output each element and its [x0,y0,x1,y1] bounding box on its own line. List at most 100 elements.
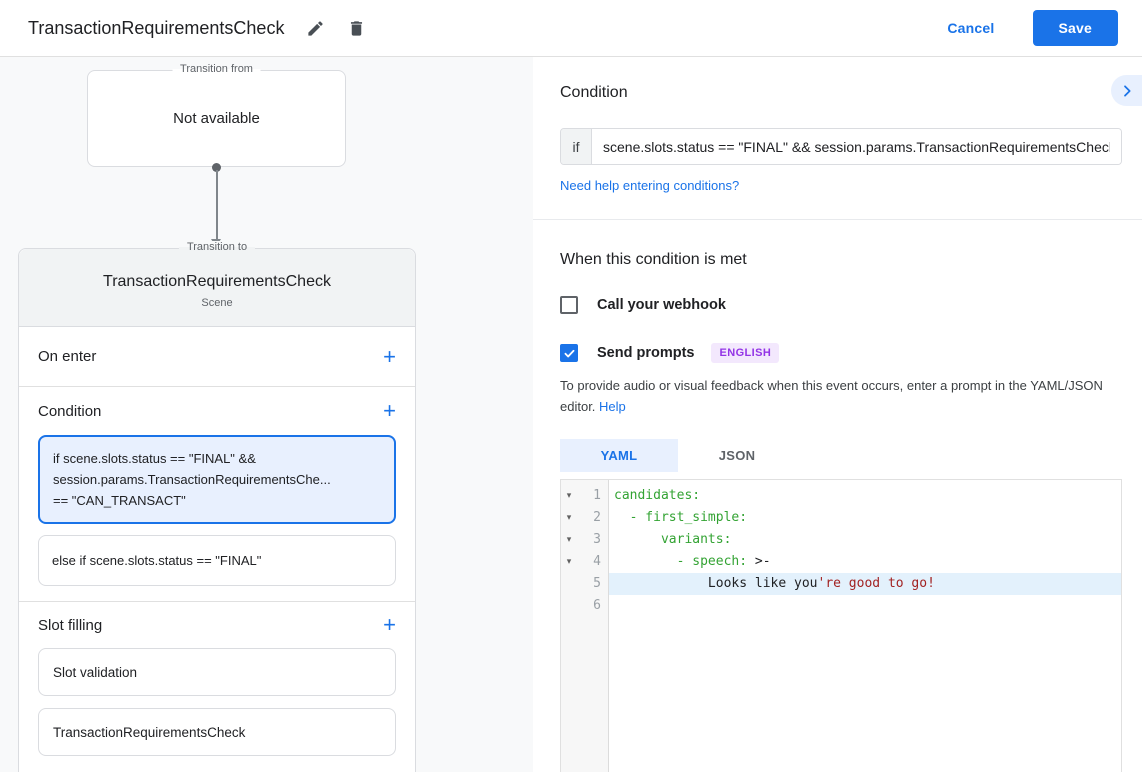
trash-icon [347,19,366,38]
slot-filling-section: Slot filling + Slot validation Transacti… [19,602,415,756]
gutter-row: ▾3 [561,529,608,551]
fold-triangle-icon[interactable]: ▾ [561,551,577,573]
transition-from-value: Not available [173,110,260,127]
line-number: 3 [577,529,608,551]
slot-filling-label: Slot filling [38,617,102,634]
editor-code: candidates: - first_simple: variants: - … [609,480,1121,772]
token-key: candidates: [614,488,700,503]
send-prompts-label: Send prompts [597,345,694,361]
cancel-button[interactable]: Cancel [947,20,994,36]
help-link[interactable]: Help [599,399,626,414]
call-webhook-label: Call your webhook [597,297,726,313]
slot-card-label: Slot validation [53,665,137,680]
token-plain: >- [747,554,770,569]
condition-card[interactable]: else if scene.slots.status == "FINAL" [38,535,396,586]
collapse-panel-button[interactable] [1111,75,1142,106]
language-badge: ENGLISH [711,343,779,363]
slot-filling-section-header: Slot filling + [19,602,415,648]
scene-name: TransactionRequirementsCheck [103,273,331,291]
editor-format-tabs: YAML JSON [560,439,1122,472]
condition-line: == "CAN_TRANSACT" [53,490,381,511]
on-enter-section-header: On enter + [19,327,415,387]
fold-triangle-icon[interactable]: ▾ [561,485,577,507]
condition-line: if scene.slots.status == "FINAL" && [53,448,381,469]
code-line[interactable]: - speech: >- [609,551,1121,573]
send-prompts-checkbox[interactable] [560,344,578,362]
gutter-row: ▾4 [561,551,608,573]
token-key: - first_simple: [630,510,747,525]
line-number: 5 [577,573,608,595]
token-string: 're good to go! [818,576,935,591]
condition-expression-input[interactable] [592,129,1121,164]
transition-from-box: Transition from Not available [87,70,346,167]
slot-card-label: TransactionRequirementsCheck [53,725,245,740]
condition-card-selected[interactable]: if scene.slots.status == "FINAL" && sess… [38,435,396,524]
condition-label: Condition [38,403,101,420]
condition-detail-panel: Condition if Need help entering conditio… [533,57,1142,772]
save-button[interactable]: Save [1033,10,1119,46]
delete-scene-button[interactable] [347,19,366,38]
condition-heading: Condition [560,84,1122,102]
gutter-row: ▾2 [561,507,608,529]
fold-triangle-icon[interactable]: ▾ [561,529,577,551]
if-prefix-label: if [561,129,592,164]
checkmark-icon [563,347,576,360]
gutter-row: ▾1 [561,485,608,507]
condition-expression-row: if [560,128,1122,165]
token-plain [614,510,630,525]
line-number: 1 [577,485,608,507]
edit-title-button[interactable] [306,19,325,38]
section-divider [533,219,1142,220]
pencil-icon [306,19,325,38]
line-number: 4 [577,551,608,573]
main-area: Transition from Not available Transition… [0,57,1142,772]
editor-gutter: ▾1▾2▾3▾456 [561,480,609,772]
tab-json[interactable]: JSON [678,439,796,472]
token-key: - speech: [677,554,747,569]
send-prompts-row: Send prompts ENGLISH [560,343,1122,363]
code-line-active[interactable]: Looks like you're good to go! [609,573,1121,595]
prompts-description-text: To provide audio or visual feedback when… [560,378,1103,414]
transition-from-legend: Transition from [172,63,261,75]
connector-line [216,170,218,240]
condition-line: session.params.TransactionRequirementsCh… [53,469,381,490]
gutter-row: 6 [561,595,608,617]
scene-editor-window: TransactionRequirementsCheck Cancel Save… [0,0,1142,772]
transition-to-card: Transition to TransactionRequirementsChe… [18,248,416,772]
gutter-row: 5 [561,573,608,595]
token-plain [614,532,661,547]
slot-card[interactable]: Slot validation [38,648,396,696]
call-webhook-checkbox[interactable] [560,296,578,314]
tab-yaml[interactable]: YAML [560,439,678,472]
transition-to-legend: Transition to [179,241,255,253]
when-condition-met-heading: When this condition is met [560,251,1122,269]
plus-icon[interactable]: + [383,346,396,368]
code-line[interactable]: candidates: [609,485,1121,507]
slot-card[interactable]: TransactionRequirementsCheck [38,708,396,756]
token-plain: Looks like you [614,576,818,591]
page-title: TransactionRequirementsCheck [28,18,284,39]
plus-icon[interactable]: + [383,400,396,422]
condition-section-header: Condition + [19,387,415,435]
scene-type-label: Scene [201,297,232,309]
line-number: 6 [577,595,608,617]
token-plain [614,554,677,569]
code-editor[interactable]: ▾1▾2▾3▾456 candidates: - first_simple: v… [560,479,1122,772]
code-line[interactable] [609,595,1121,617]
webhook-row: Call your webhook [560,296,1122,314]
line-number: 2 [577,507,608,529]
chevron-right-icon [1119,83,1135,99]
prompts-description: To provide audio or visual feedback when… [560,376,1122,418]
scene-canvas: Transition from Not available Transition… [0,57,533,772]
on-enter-label: On enter [38,348,96,365]
condition-line: else if scene.slots.status == "FINAL" [52,550,382,571]
condition-help-link[interactable]: Need help entering conditions? [560,178,739,193]
header-bar: TransactionRequirementsCheck Cancel Save [0,0,1142,57]
code-line[interactable]: variants: [609,529,1121,551]
condition-section: Condition + if scene.slots.status == "FI… [19,387,415,602]
fold-triangle-icon[interactable]: ▾ [561,507,577,529]
plus-icon[interactable]: + [383,614,396,636]
scene-card-header[interactable]: TransactionRequirementsCheck Scene [19,249,415,327]
token-key: variants: [661,532,731,547]
code-line[interactable]: - first_simple: [609,507,1121,529]
